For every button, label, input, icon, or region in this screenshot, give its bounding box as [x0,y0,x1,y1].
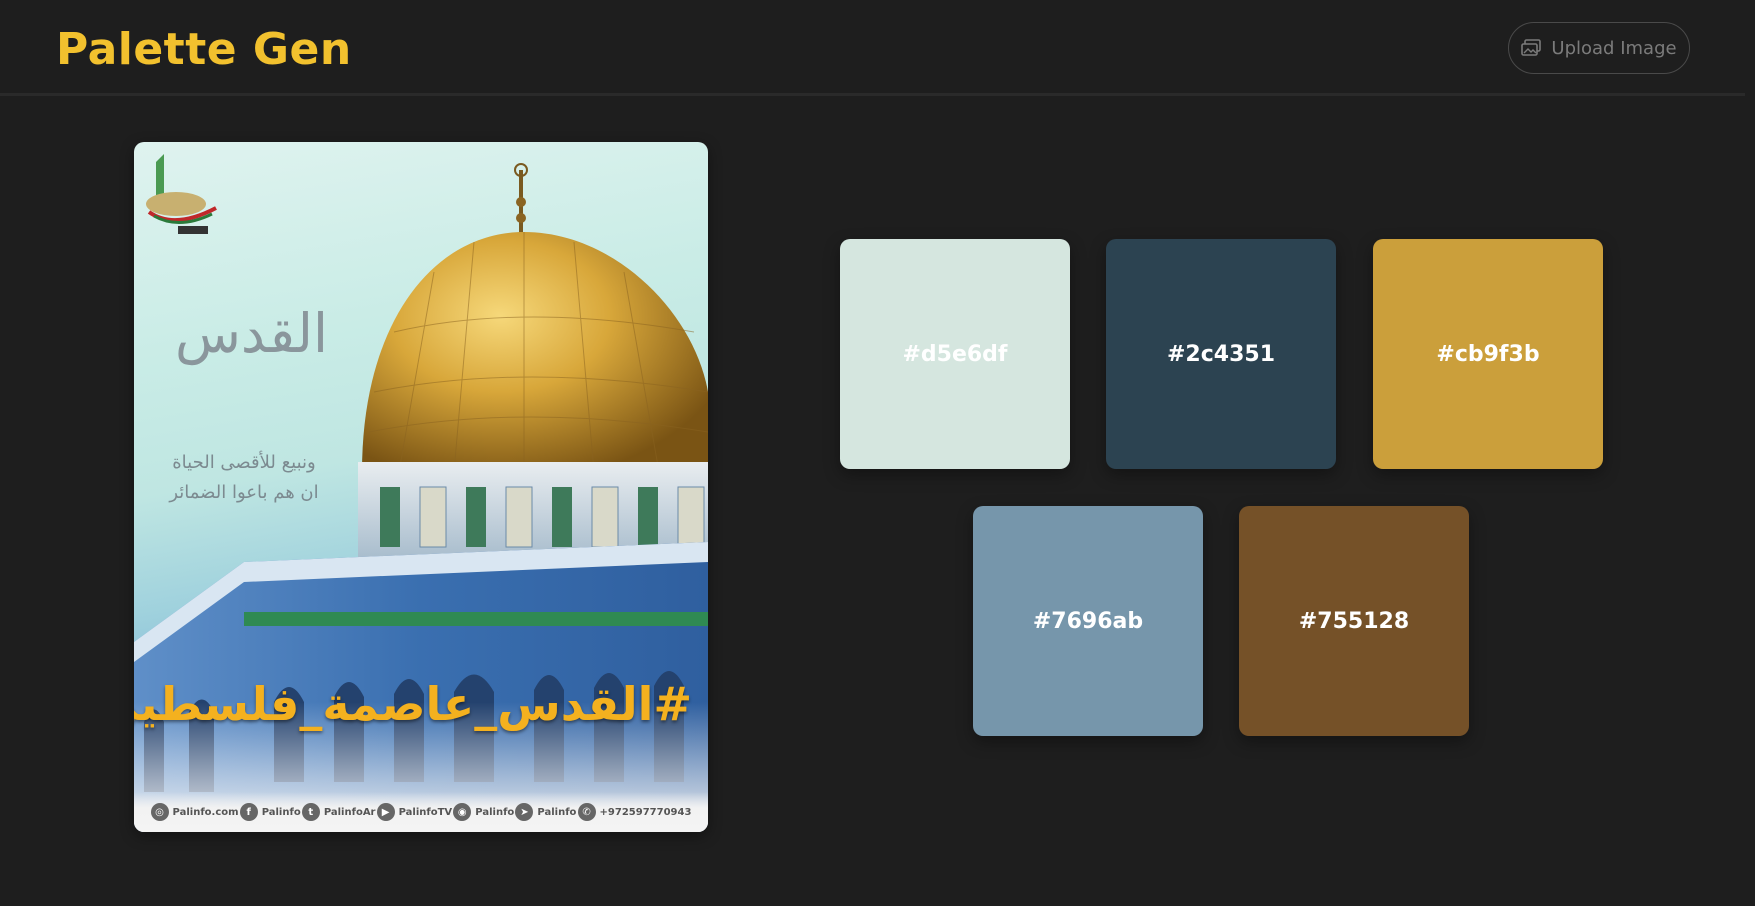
youtube-icon: ▶ [376,803,395,821]
color-swatch-4[interactable]: #7696ab [973,506,1203,736]
twitter-icon: t [301,803,320,821]
upload-image-button[interactable]: Upload Image [1508,22,1690,74]
social-item: ◉ Palinfo [453,803,514,821]
app-header: Palette Gen Upload Image [0,0,1745,96]
social-label: Palinfo [261,806,301,818]
verse-line: ان هم باعوا الضمائر [169,482,319,503]
hashtag-text: #القدس_عاصمة_فلسطين [134,677,692,731]
uploaded-image-preview: القدس ونبيع للأقصى الحياة ان هم باعوا ال… [134,142,708,832]
color-swatch-3[interactable]: #cb9f3b [1373,239,1603,469]
color-swatch-1[interactable]: #d5e6df [840,239,1070,469]
social-links-strip: ◎ Palinfo.com f Palinfo t PalinfoAr ▶ Pa… [134,792,708,832]
social-item: ▶ PalinfoTV [376,803,453,821]
social-item: t PalinfoAr [301,803,376,821]
image-upload-icon [1521,39,1542,57]
verse-line: ونبيع للأقصى الحياة [172,452,316,473]
telegram-icon: ➤ [515,803,534,821]
social-item: f Palinfo [239,803,301,821]
social-label: Palinfo [475,806,515,818]
social-label: Palinfo [537,806,577,818]
app-title: Palette Gen [56,24,352,75]
upload-image-label: Upload Image [1551,37,1677,59]
social-label: PalinfoTV [398,806,453,818]
color-swatch-2[interactable]: #2c4351 [1106,239,1336,469]
calligraphy-text: القدس [174,302,328,365]
social-label: PalinfoAr [323,806,376,818]
instagram-icon: ◉ [453,803,472,821]
swatch-hex-label: #cb9f3b [1436,341,1540,367]
verse-text: ونبيع للأقصى الحياة ان هم باعوا الضمائر [154,448,334,508]
whatsapp-icon: ✆ [577,803,596,821]
social-item: ➤ Palinfo [515,803,576,821]
color-swatch-5[interactable]: #755128 [1239,506,1469,736]
swatch-hex-label: #755128 [1298,608,1410,634]
social-item: ✆ +972597770943 [577,803,692,821]
social-item: ◎ Palinfo.com [150,803,239,821]
social-label: +972597770943 [599,806,692,818]
swatch-hex-label: #2c4351 [1166,341,1275,367]
swatch-hex-label: #d5e6df [902,341,1008,367]
facebook-icon: f [239,803,258,821]
swatch-hex-label: #7696ab [1032,608,1144,634]
social-label: Palinfo.com [172,806,239,818]
globe-icon: ◎ [150,803,169,821]
